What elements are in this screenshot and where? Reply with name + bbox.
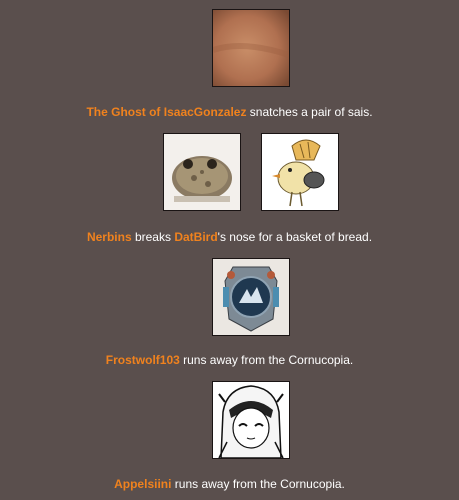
event-avatars bbox=[0, 258, 459, 338]
tribute-name[interactable]: The Ghost of IsaacGonzalez bbox=[86, 105, 246, 119]
tribute-avatar-frog bbox=[163, 133, 241, 211]
event-avatars bbox=[0, 133, 459, 213]
tribute-name[interactable]: Appelsiini bbox=[114, 477, 171, 491]
event-1: The Ghost of IsaacGonzalez snatches a pa… bbox=[0, 9, 459, 119]
event-text: 's nose for a basket of bread. bbox=[217, 230, 373, 244]
event-2: Nerbins breaks DatBird's nose for a bask… bbox=[0, 133, 459, 244]
frog-image bbox=[164, 134, 240, 210]
event-text: runs away from the Cornucopia. bbox=[171, 477, 345, 491]
tribute-avatar-bird bbox=[261, 133, 339, 211]
tribute-avatar-manga bbox=[212, 381, 290, 459]
event-avatars bbox=[0, 9, 459, 89]
event-4: Appelsiini runs away from the Cornucopia… bbox=[0, 381, 459, 491]
tribute-name[interactable]: Frostwolf103 bbox=[106, 353, 180, 367]
bird-image bbox=[262, 134, 338, 210]
event-avatars bbox=[0, 381, 459, 461]
tribute-avatar-skin bbox=[212, 9, 290, 87]
tribute-name[interactable]: DatBird bbox=[174, 230, 217, 244]
tribute-name[interactable]: Nerbins bbox=[87, 230, 132, 244]
event-text: snatches a pair of sais. bbox=[246, 105, 373, 119]
manga-girl-image bbox=[213, 382, 289, 458]
event-caption: Nerbins breaks DatBird's nose for a bask… bbox=[0, 230, 459, 244]
event-caption: The Ghost of IsaacGonzalez snatches a pa… bbox=[0, 105, 459, 119]
emblem-image bbox=[213, 259, 289, 335]
skin-closeup-image bbox=[213, 10, 289, 86]
event-3: Frostwolf103 runs away from the Cornucop… bbox=[0, 258, 459, 367]
tribute-avatar-emblem bbox=[212, 258, 290, 336]
event-text: runs away from the Cornucopia. bbox=[179, 353, 354, 367]
event-caption: Frostwolf103 runs away from the Cornucop… bbox=[0, 353, 459, 367]
event-text: breaks bbox=[131, 230, 175, 244]
event-caption: Appelsiini runs away from the Cornucopia… bbox=[0, 477, 459, 491]
